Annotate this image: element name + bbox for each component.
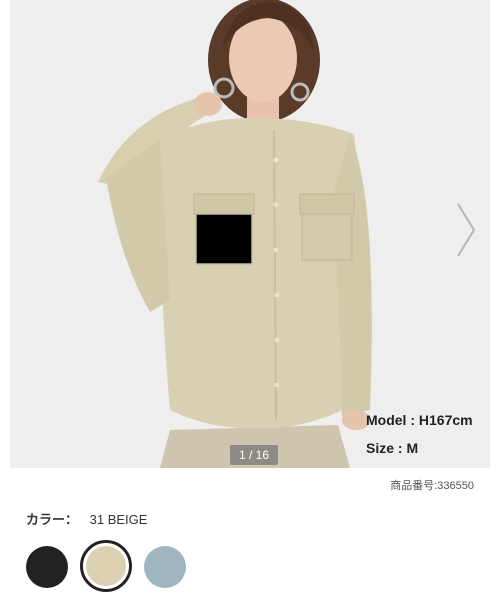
color-swatch-beige-selected[interactable] <box>80 540 132 592</box>
model-height: Model : H167cm <box>366 412 473 428</box>
color-row: カラー： 31 BEIGE <box>26 509 147 528</box>
product-image-gallery[interactable]: 1 / 16 <box>10 0 490 468</box>
image-page-indicator: 1 / 16 <box>230 445 278 465</box>
color-swatch-light-blue[interactable] <box>144 546 186 588</box>
next-image-chevron-icon[interactable] <box>454 200 478 260</box>
color-label: カラー： <box>26 512 79 527</box>
color-swatch-black[interactable] <box>26 546 68 588</box>
color-swatch-beige-fill <box>86 546 126 586</box>
model-size: Size : M <box>366 440 419 456</box>
selected-color-name: 31 BEIGE <box>89 512 148 527</box>
model-info: Model : H167cm Size : M <box>366 412 486 468</box>
product-photo <box>10 0 490 468</box>
product-number: 商品番号:336550 <box>390 480 474 492</box>
